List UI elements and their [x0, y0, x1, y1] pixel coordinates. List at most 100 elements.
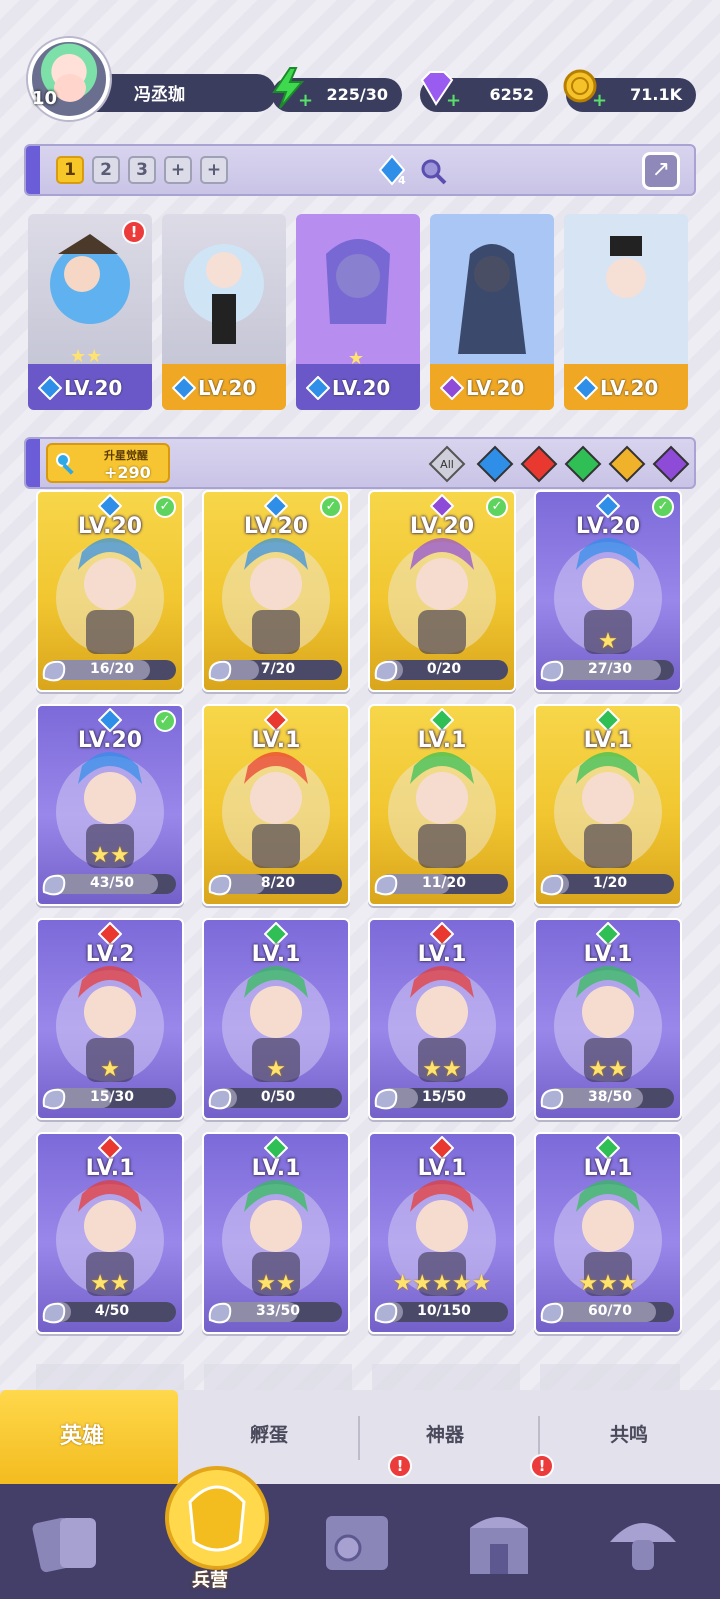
team-level: LV.20: [332, 376, 391, 400]
awaken-button[interactable]: 升星觉醒 +290: [46, 443, 170, 483]
shard-icon: [42, 1088, 66, 1110]
map-icon[interactable]: [318, 1504, 396, 1582]
filter-light-icon[interactable]: [608, 445, 646, 483]
shard-icon: [374, 1302, 398, 1324]
hero-card[interactable]: LV.20 ✓ ★★ 43/50: [36, 704, 184, 906]
check-icon: ✓: [652, 496, 674, 518]
hero-level: LV.1: [85, 1156, 135, 1181]
add-diamond-icon[interactable]: +: [446, 90, 461, 111]
hero-card[interactable]: LV.1 ★★★ 60/70: [534, 1132, 682, 1334]
check-icon: ✓: [320, 496, 342, 518]
next-row-peek: [36, 1364, 680, 1390]
filter-all-icon[interactable]: All: [428, 445, 466, 483]
hero-stars: ★: [598, 629, 618, 654]
team-level: LV.20: [600, 376, 659, 400]
hero-card[interactable]: LV.1 ★★ 4/50: [36, 1132, 184, 1334]
hero-card[interactable]: LV.2 ★ 15/30: [36, 918, 184, 1120]
hero-stars: ★★★: [578, 1271, 638, 1296]
hero-card[interactable]: LV.1 ★★ 33/50: [202, 1132, 350, 1334]
team-level: LV.20: [198, 376, 257, 400]
awaken-value: +290: [104, 463, 151, 482]
filter-fire-icon[interactable]: [520, 445, 558, 483]
water-element-icon: [306, 376, 330, 400]
hero-card[interactable]: LV.1 ★★ 15/50: [368, 918, 516, 1120]
top-bar: 10 冯丞珈 + 225/30 + 6252 + 71.1K: [0, 38, 720, 122]
hero-card[interactable]: LV.20 ✓ 0/20: [368, 490, 516, 692]
water-gem-icon[interactable]: 4: [376, 154, 408, 186]
tab-hero[interactable]: 英雄: [0, 1390, 178, 1484]
coin-counter[interactable]: + 71.1K: [563, 69, 696, 112]
team-add-button-2[interactable]: +: [200, 156, 228, 184]
tab-resonance[interactable]: 共鸣: [610, 1420, 648, 1447]
player-profile[interactable]: 10 冯丞珈: [24, 38, 276, 120]
hero-card[interactable]: LV.20 ✓ ★ 27/30: [534, 490, 682, 692]
team-bar: 1 2 3 + + 4 ↗: [24, 144, 696, 196]
hero-stars: ★★★★★: [392, 1271, 492, 1296]
hero-card[interactable]: LV.1 ★ 0/50: [202, 918, 350, 1120]
player-name: 冯丞珈: [134, 85, 185, 105]
tab-hero-label: 英雄: [60, 1424, 105, 1449]
barracks-icon: [165, 1466, 269, 1570]
share-icon[interactable]: ↗: [642, 152, 680, 190]
gem-count: 4: [398, 174, 406, 186]
hero-card[interactable]: LV.1 1/20: [534, 704, 682, 906]
hero-card[interactable]: LV.20 ✓ 7/20: [202, 490, 350, 692]
team-slot-4[interactable]: LV.20: [430, 214, 554, 410]
team-tab-2[interactable]: 2: [92, 156, 120, 184]
water-element-icon: [172, 376, 196, 400]
mushroom-icon[interactable]: [604, 1504, 682, 1582]
team-slot-5[interactable]: LV.20: [564, 214, 688, 410]
bottom-nav: ! !: [0, 1454, 720, 1599]
temple-icon[interactable]: [460, 1504, 538, 1582]
hero-card[interactable]: LV.20 ✓ 16/20: [36, 490, 184, 692]
map-alert-badge: !: [388, 1454, 412, 1478]
hero-portrait: [564, 214, 688, 374]
shard-icon: [42, 874, 66, 896]
hero-card[interactable]: LV.1 ★★★★★ 10/150: [368, 1132, 516, 1334]
shard-icon: [208, 660, 232, 682]
filter-wind-icon[interactable]: [564, 445, 602, 483]
tab-artifact[interactable]: 神器: [426, 1420, 464, 1447]
team-tab-1[interactable]: 1: [56, 156, 84, 184]
add-energy-icon[interactable]: +: [298, 90, 313, 111]
team-slot-3[interactable]: ★ LV.20: [296, 214, 420, 410]
team-tab-3[interactable]: 3: [128, 156, 156, 184]
energy-counter[interactable]: + 225/30: [272, 67, 402, 112]
alert-badge: !: [122, 220, 146, 244]
add-coin-icon[interactable]: +: [592, 90, 607, 111]
hero-stars: ★★: [422, 1057, 462, 1082]
shard-icon: [540, 874, 564, 896]
shard-icon: [208, 1302, 232, 1324]
hero-card[interactable]: LV.1 ★★ 38/50: [534, 918, 682, 1120]
hero-level: LV.1: [251, 728, 301, 753]
shard-icon: [208, 874, 232, 896]
filter-all-label: All: [440, 458, 454, 471]
hero-card[interactable]: LV.1 11/20: [368, 704, 516, 906]
energy-value: 225/30: [326, 85, 388, 104]
hero-screen: { "player":{"level":"10","name":"冯丞珈"}, …: [0, 0, 720, 1599]
shard-icon: [42, 1302, 66, 1324]
hero-stars: ★★: [90, 843, 130, 868]
water-element-icon: [38, 376, 62, 400]
cards-icon[interactable]: [30, 1504, 108, 1582]
team-slot-2[interactable]: LV.20: [162, 214, 286, 410]
team-slot-1[interactable]: ! ★★ LV.20: [28, 214, 152, 410]
hero-level: LV.1: [417, 1156, 467, 1181]
barracks-nav-button[interactable]: 兵营: [160, 1462, 274, 1599]
water-element-icon: [574, 376, 598, 400]
hero-stars: ★: [100, 1057, 120, 1082]
search-icon[interactable]: [418, 156, 448, 186]
hero-level: LV.1: [583, 728, 633, 753]
team-add-button-1[interactable]: +: [164, 156, 192, 184]
hero-stars: ★: [266, 1057, 286, 1082]
hero-card[interactable]: LV.1 8/20: [202, 704, 350, 906]
shard-icon: [374, 1088, 398, 1110]
filter-dark-icon[interactable]: [652, 445, 690, 483]
dark-element-icon: [440, 376, 464, 400]
diamond-counter[interactable]: + 6252: [420, 71, 548, 112]
tab-hatch[interactable]: 孵蛋: [250, 1420, 288, 1447]
hero-level: LV.1: [251, 1156, 301, 1181]
check-icon: ✓: [486, 496, 508, 518]
hero-level: LV.20: [77, 728, 143, 753]
filter-water-icon[interactable]: [476, 445, 514, 483]
